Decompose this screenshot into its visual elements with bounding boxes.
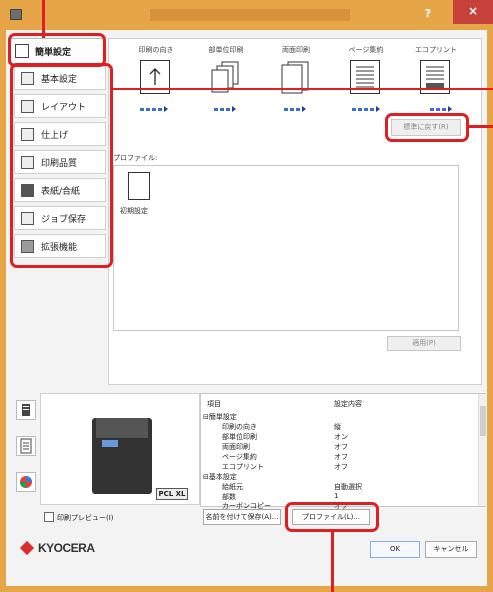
column-label-collate: 部単位印刷 <box>208 46 244 54</box>
basic-icon <box>21 71 34 85</box>
layout-icon <box>21 99 34 113</box>
quality-icon <box>21 155 34 169</box>
sidebar-item-label: レイアウト <box>41 102 87 113</box>
cancel-button[interactable]: キャンセル <box>425 541 477 558</box>
print-preview-label: 印刷プレビュー(I) <box>57 514 114 522</box>
collate-more-indicator[interactable] <box>214 104 236 112</box>
table-row: 印刷の向き <box>222 423 257 431</box>
column-label-ecoprint: エコプリント <box>415 46 457 54</box>
table-row: 給紙元 <box>222 483 243 491</box>
sidebar-item-quality[interactable]: 印刷品質 <box>14 150 106 174</box>
job-icon <box>21 211 34 225</box>
profile-default-label: 初期設定 <box>120 207 148 215</box>
table-row-value: 縦 <box>334 423 341 431</box>
multiup-more-indicator[interactable] <box>352 104 380 112</box>
sidebar-item-label: 基本設定 <box>41 74 78 85</box>
extension-icon <box>21 239 34 253</box>
table-row: ⊟基本設定 <box>203 473 237 481</box>
annotation-line-profile <box>331 530 334 592</box>
table-row-value: 自動選択 <box>334 483 362 491</box>
save-as-button[interactable]: 名前を付けて保存(A)... <box>203 509 281 525</box>
annotation-line-top <box>42 0 45 38</box>
profile-button[interactable]: プロファイル(L)... <box>292 509 370 525</box>
sidebar-item-finishing[interactable]: 仕上げ <box>14 122 106 146</box>
header-value: 設定内容 <box>334 400 362 408</box>
sidebar-item-label: ジョブ保存 <box>41 214 87 225</box>
table-row: ページ集約 <box>222 453 257 461</box>
finishing-icon <box>21 127 34 141</box>
table-row-value: オフ <box>334 453 348 461</box>
sidebar-item-label: 表紙/合紙 <box>41 186 81 197</box>
ok-button[interactable]: OK <box>370 541 420 558</box>
profile-default-icon[interactable] <box>128 172 150 200</box>
sidebar-item-quick-setting[interactable]: 簡単設定 <box>8 38 104 64</box>
sidebar-item-extension[interactable]: 拡張機能 <box>14 234 106 258</box>
printer-app-icon <box>10 9 22 20</box>
table-row-value: オフ <box>334 463 348 471</box>
sidebar-item-label: 仕上げ <box>41 130 69 141</box>
sidebar-item-layout[interactable]: レイアウト <box>14 94 106 118</box>
table-row: エコプリント <box>222 463 264 471</box>
reset-to-default-button[interactable]: 標準に戻す(R) <box>391 119 461 136</box>
summary-scrollbar[interactable] <box>478 394 486 506</box>
annotation-line-reset <box>469 125 493 128</box>
kyocera-logo: KYOCERA <box>19 540 95 556</box>
orientation-more-indicator[interactable] <box>140 104 168 112</box>
sidebar-item-cover[interactable]: 表紙/合紙 <box>14 178 106 202</box>
sidebar-item-label: 拡張機能 <box>41 242 78 253</box>
table-row-value: 1 <box>334 492 339 500</box>
table-row-value: オン <box>334 433 348 441</box>
cover-icon <box>21 183 34 197</box>
window-title <box>150 9 350 21</box>
column-label-orientation: 印刷の向き <box>138 46 174 54</box>
printer-image <box>92 418 152 494</box>
table-row: 部単位印刷 <box>222 433 257 441</box>
sidebar-item-label: 印刷品質 <box>41 158 78 169</box>
pcl-xl-badge: PCL XL <box>156 488 188 500</box>
profile-label: プロファイル: <box>113 154 158 162</box>
table-row-value: オフ <box>334 443 348 451</box>
close-button[interactable]: × <box>453 0 493 24</box>
printer-top <box>96 418 148 438</box>
scrollbar-thumb[interactable] <box>480 406 486 436</box>
preview-tab-document[interactable] <box>16 436 36 456</box>
sidebar-item-label: 簡単設定 <box>35 47 72 58</box>
quick-setting-icon <box>15 44 29 58</box>
preview-tab-printer[interactable] <box>16 400 36 420</box>
annotation-line-middle <box>113 88 493 90</box>
duplex-more-indicator[interactable] <box>284 104 306 112</box>
sidebar-item-basic[interactable]: 基本設定 <box>14 66 106 90</box>
kyocera-logo-mark <box>19 540 35 556</box>
sidebar-item-job[interactable]: ジョブ保存 <box>14 206 106 230</box>
ecoprint-more-indicator[interactable] <box>430 104 452 112</box>
column-label-duplex: 両面印刷 <box>282 46 310 54</box>
header-item: 項目 <box>207 400 221 408</box>
preview-tab-color[interactable] <box>16 472 36 492</box>
printer-panel <box>102 440 118 447</box>
help-button[interactable]: ? <box>418 6 438 22</box>
column-label-multiup: ページ集約 <box>348 46 384 54</box>
table-row: 両面印刷 <box>222 443 250 451</box>
print-preview-checkbox[interactable] <box>44 512 54 522</box>
window-border-bottom <box>0 586 493 592</box>
table-row: ⊟簡単設定 <box>203 413 237 421</box>
kyocera-logo-text: KYOCERA <box>38 541 95 555</box>
apply-button[interactable]: 適用(P) <box>387 336 461 351</box>
title-bar: ? × <box>0 0 493 30</box>
profile-list[interactable] <box>113 165 459 331</box>
